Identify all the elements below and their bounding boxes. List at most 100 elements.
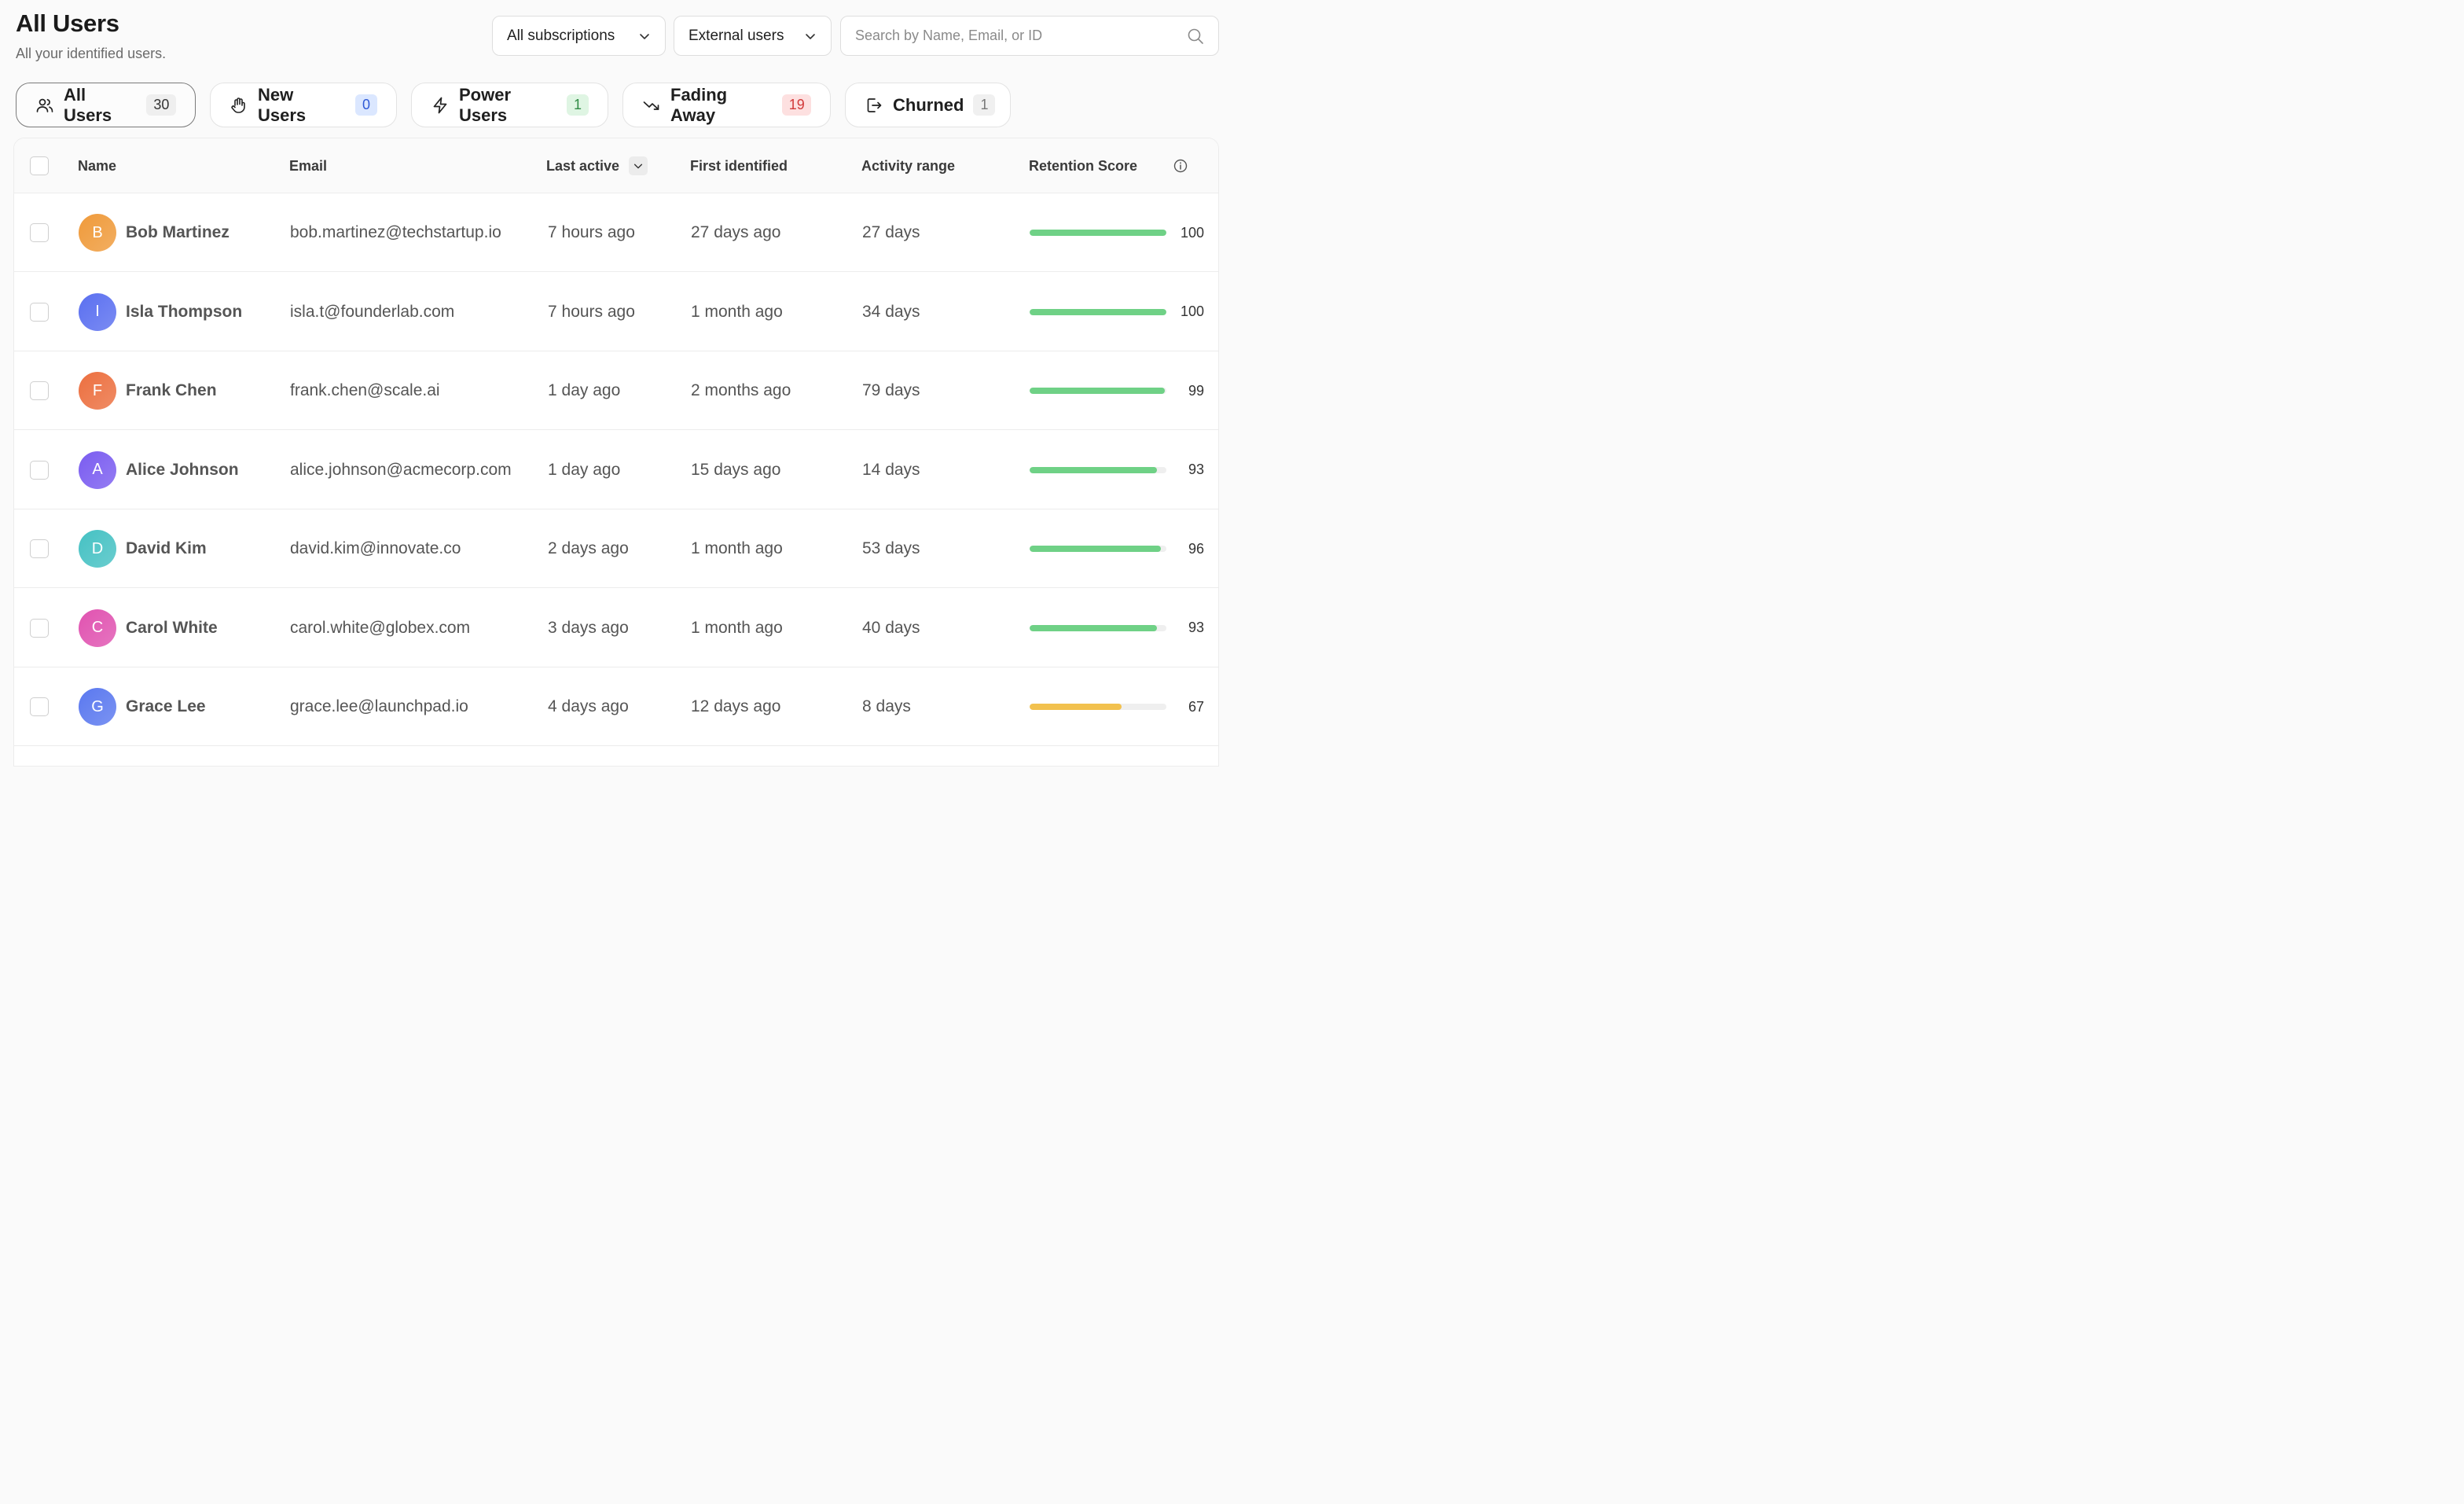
- tab-count-badge: 1: [567, 94, 589, 116]
- column-header-first-identified[interactable]: First identified: [690, 138, 788, 193]
- user-name[interactable]: Alice Johnson: [126, 461, 239, 480]
- search-box[interactable]: [840, 16, 1219, 56]
- tab-count-badge: 1: [973, 94, 996, 116]
- row-checkbox[interactable]: [30, 223, 49, 242]
- retention-score-cell: 96: [1030, 509, 1204, 588]
- row-checkbox[interactable]: [30, 697, 49, 716]
- search-icon[interactable]: [1187, 28, 1204, 45]
- user-type-dropdown[interactable]: External users: [674, 16, 832, 56]
- tab-power-users[interactable]: Power Users 1: [411, 83, 608, 127]
- first-identified-value: 27 days ago: [691, 223, 781, 241]
- retention-score-bar: [1030, 230, 1166, 236]
- first-identified-value: 1 month ago: [691, 302, 783, 321]
- row-select-cell: [30, 351, 49, 430]
- user-email: bob.martinez@techstartup.io: [290, 223, 501, 241]
- avatar: D: [79, 530, 116, 568]
- retention-score-bar-fill: [1030, 308, 1166, 315]
- column-header-name[interactable]: Name: [78, 138, 116, 193]
- user-email: carol.white@globex.com: [290, 618, 471, 637]
- column-header-last-active[interactable]: Last active: [546, 138, 648, 193]
- avatar: C: [79, 609, 116, 647]
- user-name[interactable]: David Kim: [126, 539, 207, 558]
- row-select-cell: [30, 667, 49, 746]
- retention-score-bar-fill: [1030, 230, 1166, 236]
- retention-score-value: 96: [1188, 540, 1204, 557]
- name-cell: C Carol White: [79, 589, 218, 667]
- table-row[interactable]: D David Kim david.kim@innovate.co 2 days…: [14, 509, 1218, 588]
- last-active-value: 1 day ago: [548, 460, 621, 479]
- user-name[interactable]: Isla Thompson: [126, 303, 242, 322]
- avatar: B: [79, 214, 116, 252]
- retention-score-cell: 67: [1030, 667, 1204, 746]
- row-select-cell: [30, 431, 49, 509]
- table-row[interactable]: F Frank Chen frank.chen@scale.ai 1 day a…: [14, 351, 1218, 430]
- name-cell: I Isla Thompson: [79, 273, 242, 351]
- last-active-value: 2 days ago: [548, 539, 629, 557]
- chevron-down-icon: [633, 164, 643, 169]
- avatar-initial: F: [92, 381, 103, 399]
- retention-score-bar: [1030, 308, 1166, 315]
- users-icon: [35, 96, 54, 115]
- table-row[interactable]: B Bob Martinez bob.martinez@techstartup.…: [14, 193, 1218, 272]
- column-header-activity-range[interactable]: Activity range: [861, 138, 955, 193]
- table-row[interactable]: A Alice Johnson alice.johnson@acmecorp.c…: [14, 431, 1218, 509]
- retention-score-cell: 99: [1030, 351, 1204, 430]
- select-all-checkbox[interactable]: [30, 156, 49, 175]
- user-name[interactable]: Bob Martinez: [126, 223, 230, 242]
- avatar: G: [79, 688, 116, 726]
- avatar: I: [79, 292, 116, 331]
- tab-churned[interactable]: Churned 1: [845, 83, 1011, 127]
- name-cell: A Alice Johnson: [79, 431, 239, 509]
- tab-new-users[interactable]: New Users 0: [210, 83, 397, 127]
- user-name[interactable]: Carol White: [126, 619, 218, 638]
- tab-all-users[interactable]: All Users 30: [16, 83, 196, 127]
- retention-score-value: 93: [1188, 620, 1204, 635]
- info-icon[interactable]: [1173, 158, 1188, 174]
- retention-score-bar-fill: [1030, 624, 1157, 631]
- activity-range-value: 53 days: [862, 539, 920, 557]
- retention-score-bar-fill: [1030, 704, 1122, 710]
- row-checkbox[interactable]: [30, 618, 49, 638]
- tab-label: Fading Away: [670, 84, 728, 125]
- retention-score-bar-fill: [1030, 388, 1166, 394]
- tab-label: New Users: [258, 84, 307, 125]
- table-row[interactable]: I Isla Thompson isla.t@founderlab.com 7 …: [14, 273, 1218, 351]
- row-checkbox[interactable]: [30, 381, 49, 400]
- subscriptions-dropdown[interactable]: All subscriptions: [492, 16, 666, 56]
- tab-count-badge: 19: [781, 94, 811, 116]
- name-cell: G Grace Lee: [79, 667, 206, 746]
- table-header: Name Email Last active First identified …: [14, 138, 1218, 193]
- activity-range-value: 8 days: [862, 697, 911, 715]
- table-row[interactable]: G Grace Lee grace.lee@launchpad.io 4 day…: [14, 667, 1218, 746]
- retention-score-value: 100: [1180, 303, 1204, 319]
- sort-button[interactable]: [629, 156, 648, 175]
- first-identified-value: 15 days ago: [691, 460, 781, 479]
- row-checkbox[interactable]: [30, 302, 49, 322]
- retention-score-bar-fill: [1030, 466, 1157, 473]
- trending-down-icon: [642, 96, 661, 115]
- avatar-initial: I: [95, 303, 100, 320]
- search-input[interactable]: [855, 28, 1187, 44]
- retention-score-bar: [1030, 546, 1166, 552]
- row-checkbox[interactable]: [30, 460, 49, 480]
- user-name[interactable]: Frank Chen: [126, 381, 217, 400]
- retention-score-value: 100: [1180, 224, 1204, 241]
- segment-tabs: All Users 30 New Users 0 Power Users 1 F…: [0, 83, 1232, 127]
- column-header-email[interactable]: Email: [289, 138, 327, 193]
- table-row[interactable]: C Carol White carol.white@globex.com 3 d…: [14, 589, 1218, 667]
- select-all-cell: [30, 138, 49, 193]
- first-identified-value: 1 month ago: [691, 618, 783, 637]
- user-name[interactable]: Grace Lee: [126, 697, 206, 716]
- last-active-value: 7 hours ago: [548, 302, 635, 321]
- row-checkbox[interactable]: [30, 539, 49, 558]
- retention-info-cell: [1173, 138, 1188, 193]
- retention-score-bar: [1030, 388, 1166, 394]
- avatar: A: [79, 450, 116, 489]
- activity-range-value: 14 days: [862, 460, 920, 479]
- column-header-retention-score[interactable]: Retention Score: [1029, 138, 1137, 193]
- tab-fading-away[interactable]: Fading Away 19: [622, 83, 831, 127]
- avatar-initial: A: [92, 461, 103, 478]
- retention-score-cell: 93: [1030, 431, 1204, 509]
- activity-range-value: 40 days: [862, 618, 920, 637]
- last-active-value: 3 days ago: [548, 618, 629, 637]
